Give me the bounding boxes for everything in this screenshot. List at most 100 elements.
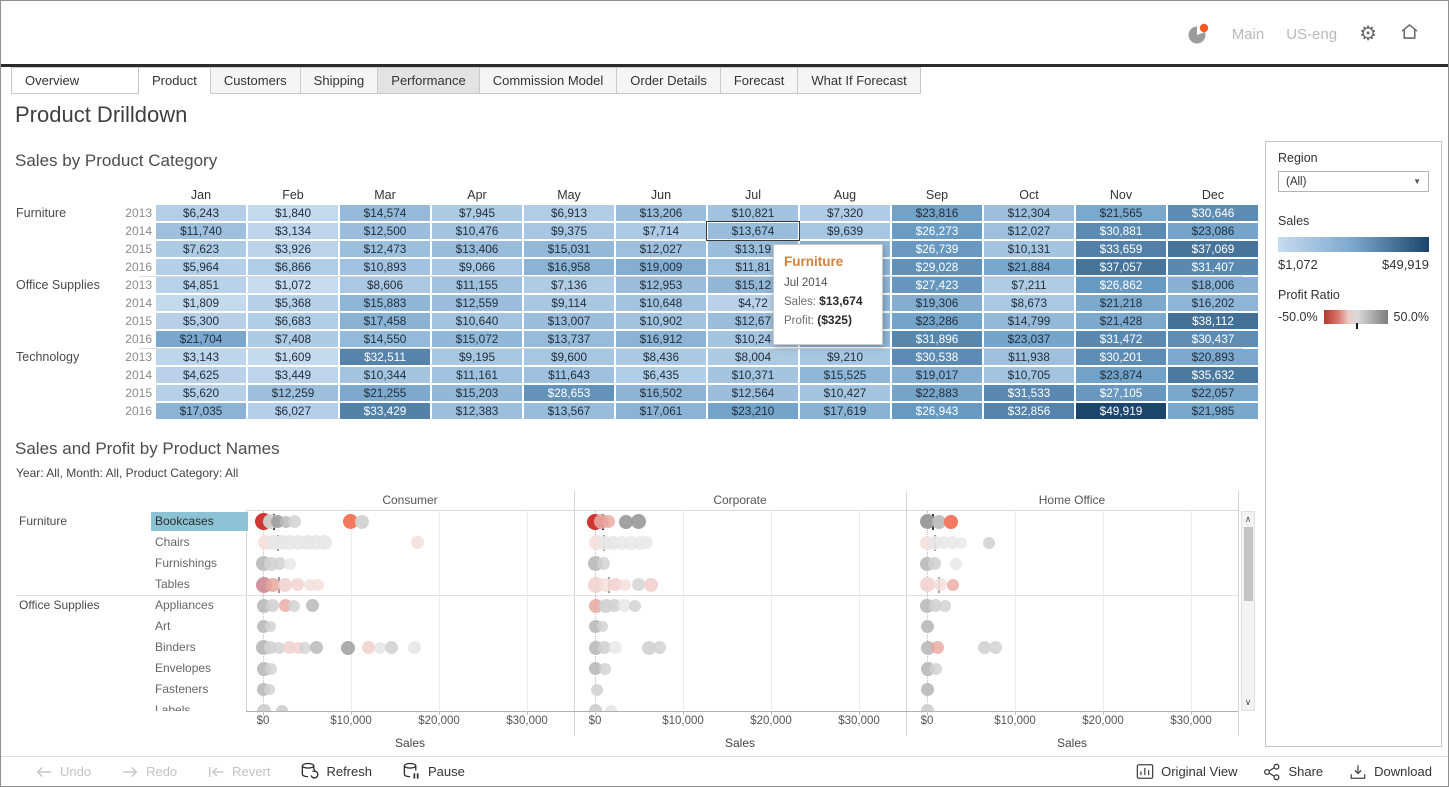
- share-button[interactable]: Share: [1263, 763, 1323, 781]
- heatmap-cell[interactable]: $21,218: [1076, 295, 1166, 311]
- data-point[interactable]: [632, 578, 645, 591]
- product-label-binders[interactable]: Binders: [151, 638, 248, 657]
- heatmap-cell[interactable]: $35,632: [1168, 367, 1258, 383]
- heatmap-cell[interactable]: $16,202: [1168, 295, 1258, 311]
- heatmap-cell[interactable]: $8,004: [708, 349, 798, 365]
- pause-button[interactable]: Pause: [402, 762, 465, 781]
- heatmap-cell[interactable]: $8,436: [616, 349, 706, 365]
- heatmap-cell[interactable]: $23,816: [892, 205, 982, 221]
- product-label-chairs[interactable]: Chairs: [151, 533, 248, 552]
- download-button[interactable]: Download: [1349, 763, 1432, 781]
- data-point[interactable]: [284, 558, 296, 570]
- heatmap-cell[interactable]: $13,674: [708, 223, 798, 239]
- tab-what-if-forecast[interactable]: What If Forecast: [798, 67, 920, 94]
- heatmap-cell[interactable]: $30,538: [892, 349, 982, 365]
- heatmap-cell[interactable]: $19,009: [616, 259, 706, 275]
- data-point[interactable]: [939, 600, 951, 612]
- data-point[interactable]: [921, 704, 934, 711]
- heatmap-cell[interactable]: $6,027: [248, 403, 338, 419]
- heatmap-cell[interactable]: $3,926: [248, 241, 338, 257]
- heatmap-cell[interactable]: $7,211: [984, 277, 1074, 293]
- heatmap-cell[interactable]: $15,072: [432, 331, 522, 347]
- data-point[interactable]: [950, 558, 962, 570]
- heatmap-cell[interactable]: $1,072: [248, 277, 338, 293]
- data-point[interactable]: [921, 683, 934, 696]
- heatmap-cell[interactable]: $1,809: [156, 295, 246, 311]
- undo-button[interactable]: Undo: [35, 764, 91, 779]
- heatmap-cell[interactable]: $10,640: [432, 313, 522, 329]
- heatmap-cell[interactable]: $10,821: [708, 205, 798, 221]
- scroll-up-arrow[interactable]: ∧: [1242, 514, 1254, 525]
- data-point[interactable]: [944, 515, 958, 529]
- heatmap-cell[interactable]: $9,195: [432, 349, 522, 365]
- tab-product[interactable]: Product: [139, 67, 211, 94]
- heatmap-cell[interactable]: $30,881: [1076, 223, 1166, 239]
- heatmap-cell[interactable]: $5,620: [156, 385, 246, 401]
- heatmap-cell[interactable]: $12,304: [984, 205, 1074, 221]
- vertical-scrollbar[interactable]: ∧∨: [1241, 511, 1255, 711]
- heatmap-cell[interactable]: $7,623: [156, 241, 246, 257]
- heatmap-cell[interactable]: $31,472: [1076, 331, 1166, 347]
- scroll-down-arrow[interactable]: ∨: [1242, 697, 1254, 708]
- heatmap-cell[interactable]: $22,057: [1168, 385, 1258, 401]
- product-label-envelopes[interactable]: Envelopes: [151, 659, 248, 678]
- product-label-furnishings[interactable]: Furnishings: [151, 554, 248, 573]
- heatmap-cell[interactable]: $23,286: [892, 313, 982, 329]
- heatmap-cell[interactable]: $10,476: [432, 223, 522, 239]
- heatmap-cell[interactable]: $30,646: [1168, 205, 1258, 221]
- data-point[interactable]: [983, 537, 995, 549]
- heatmap-cell[interactable]: $8,606: [340, 277, 430, 293]
- data-point[interactable]: [265, 663, 277, 675]
- tab-overview[interactable]: Overview: [11, 67, 139, 94]
- heatmap-cell[interactable]: $23,210: [708, 403, 798, 419]
- heatmap-cell[interactable]: $33,659: [1076, 241, 1166, 257]
- heatmap-cell[interactable]: $21,255: [340, 385, 430, 401]
- data-point[interactable]: [629, 600, 641, 612]
- heatmap-cell[interactable]: $9,114: [524, 295, 614, 311]
- heatmap-cell[interactable]: $30,437: [1168, 331, 1258, 347]
- heatmap-cell[interactable]: $11,740: [156, 223, 246, 239]
- product-label-art[interactable]: Art: [151, 617, 248, 636]
- data-point[interactable]: [605, 705, 617, 712]
- data-point[interactable]: [385, 641, 398, 654]
- heatmap-cell[interactable]: $37,069: [1168, 241, 1258, 257]
- data-point[interactable]: [921, 620, 934, 633]
- heatmap-cell[interactable]: $21,704: [156, 331, 246, 347]
- data-point[interactable]: [278, 578, 292, 592]
- heatmap-cell[interactable]: $7,408: [248, 331, 338, 347]
- heatmap-cell[interactable]: $21,884: [984, 259, 1074, 275]
- heatmap-cell[interactable]: $17,061: [616, 403, 706, 419]
- heatmap-cell[interactable]: $10,427: [800, 385, 890, 401]
- tab-commission-model[interactable]: Commission Model: [480, 67, 618, 94]
- data-point[interactable]: [931, 641, 944, 654]
- heatmap-cell[interactable]: $9,210: [800, 349, 890, 365]
- heatmap-cell[interactable]: $19,017: [892, 367, 982, 383]
- redo-button[interactable]: Redo: [121, 764, 177, 779]
- heatmap-cell[interactable]: $13,007: [524, 313, 614, 329]
- heatmap-cell[interactable]: $9,066: [432, 259, 522, 275]
- heatmap-cell[interactable]: $21,428: [1076, 313, 1166, 329]
- refresh-button[interactable]: Refresh: [300, 762, 372, 781]
- heatmap-cell[interactable]: $11,938: [984, 349, 1074, 365]
- data-point[interactable]: [955, 537, 967, 549]
- heatmap-cell[interactable]: $14,574: [340, 205, 430, 221]
- product-label-appliances[interactable]: Appliances: [151, 596, 248, 615]
- heatmap-cell[interactable]: $15,031: [524, 241, 614, 257]
- heatmap-cell[interactable]: $8,673: [984, 295, 1074, 311]
- heatmap-cell[interactable]: $13,406: [432, 241, 522, 257]
- data-point[interactable]: [602, 515, 615, 528]
- heatmap-cell[interactable]: $1,840: [248, 205, 338, 221]
- heatmap-cell[interactable]: $13,567: [524, 403, 614, 419]
- data-point[interactable]: [631, 514, 646, 529]
- data-point[interactable]: [947, 579, 959, 591]
- data-point[interactable]: [310, 641, 323, 654]
- heatmap-cell[interactable]: $15,883: [340, 295, 430, 311]
- data-point[interactable]: [265, 621, 276, 632]
- heatmap-cell[interactable]: $17,458: [340, 313, 430, 329]
- data-point[interactable]: [291, 578, 304, 591]
- heatmap-cell[interactable]: $13,206: [616, 205, 706, 221]
- data-point[interactable]: [306, 599, 319, 612]
- heatmap-cell[interactable]: $16,912: [616, 331, 706, 347]
- heatmap-cell[interactable]: $29,028: [892, 259, 982, 275]
- data-point[interactable]: [288, 515, 301, 528]
